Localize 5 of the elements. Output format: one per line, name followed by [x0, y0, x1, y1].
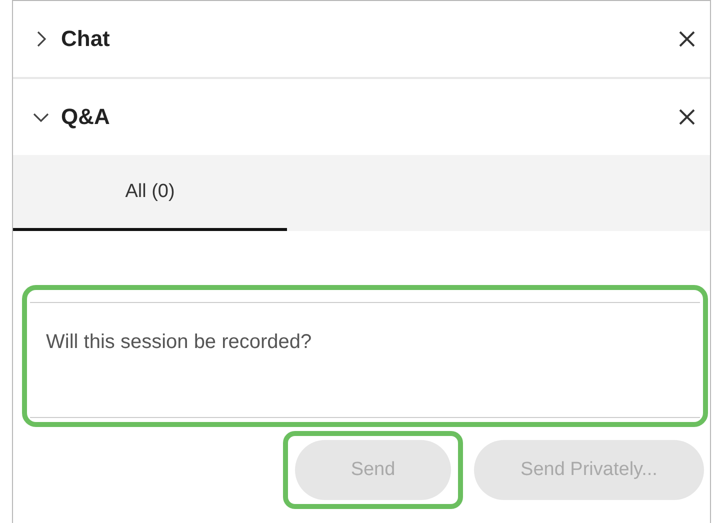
- close-icon[interactable]: [678, 30, 696, 48]
- panel-title[interactable]: Q&A: [61, 104, 678, 130]
- question-field[interactable]: Will this session be recorded?: [30, 302, 700, 418]
- close-icon[interactable]: [678, 108, 696, 126]
- panel-title[interactable]: Chat: [61, 26, 678, 52]
